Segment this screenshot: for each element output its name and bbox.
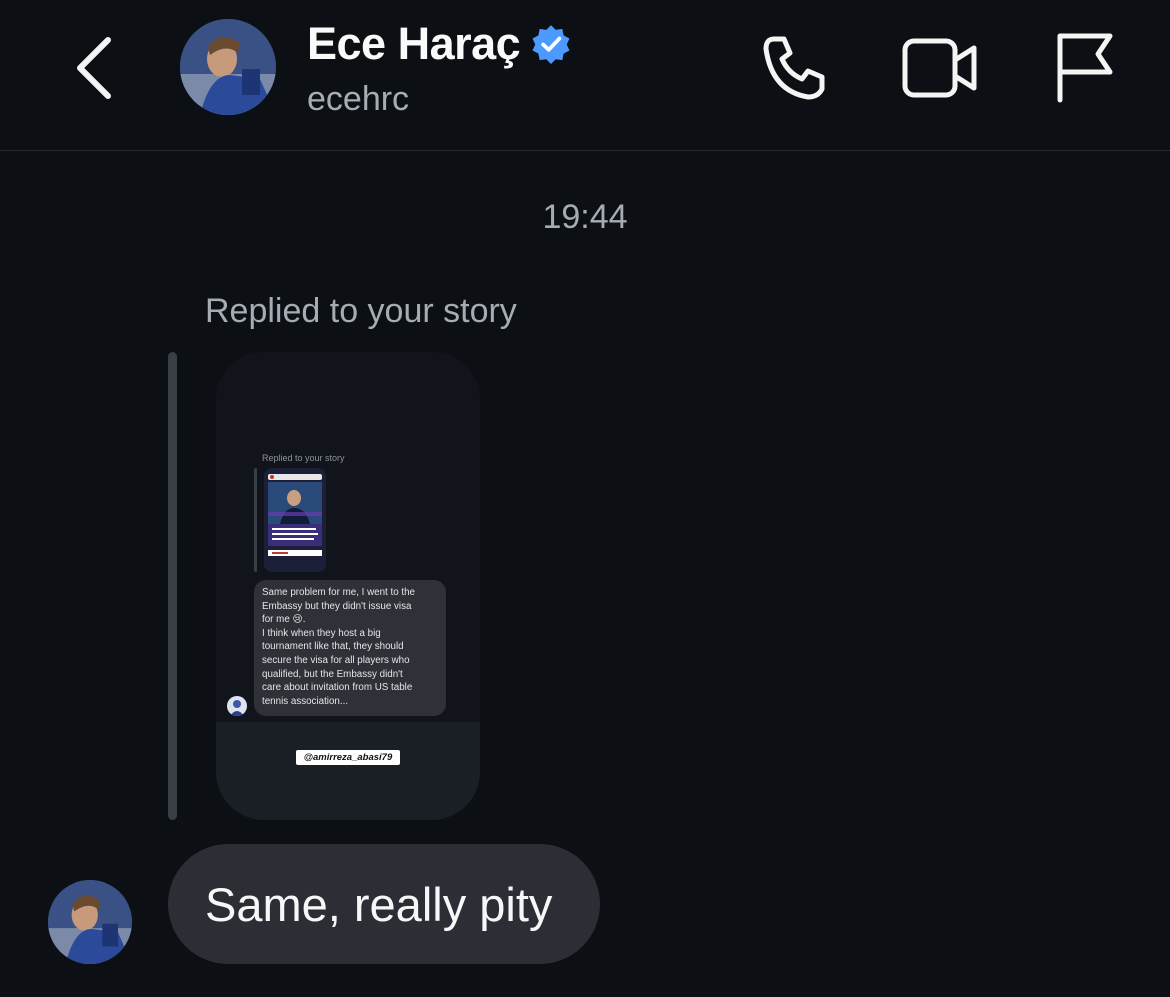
name-row[interactable]: Ece Haraç bbox=[307, 18, 572, 70]
story-inner-quote-bar bbox=[254, 468, 257, 572]
story-inner-line: tennis association... bbox=[262, 695, 349, 707]
video-camera-icon bbox=[902, 38, 977, 98]
story-reply-label: Replied to your story bbox=[205, 292, 517, 330]
audio-call-button[interactable] bbox=[758, 33, 832, 103]
chevron-left-icon bbox=[77, 37, 111, 99]
username[interactable]: ecehrc bbox=[307, 80, 409, 119]
message-text: Same, really pity bbox=[205, 877, 553, 931]
avatar-photo bbox=[48, 880, 132, 964]
story-inner-message: Same problem for me, I went to the Embas… bbox=[254, 580, 446, 716]
story-inner-line: I think when they host a big bbox=[262, 627, 381, 639]
story-inner-line: Same problem for me, I went to the bbox=[262, 587, 416, 598]
story-inner-line: tournament like that, they should bbox=[262, 641, 404, 653]
sender-avatar[interactable] bbox=[48, 880, 132, 964]
display-name[interactable]: Ece Haraç bbox=[307, 18, 521, 70]
story-inner-line: care about invitation from US table bbox=[262, 682, 413, 694]
story-inner-line: qualified, but the Embassy didn't bbox=[262, 668, 403, 680]
profile-avatar[interactable] bbox=[180, 19, 276, 115]
story-preview[interactable]: Replied to your story Same problem for m… bbox=[216, 352, 480, 820]
message-timestamp: 19:44 bbox=[542, 198, 628, 236]
back-button[interactable] bbox=[60, 28, 130, 108]
flag-icon bbox=[1057, 33, 1113, 103]
story-inner-avatar bbox=[227, 696, 247, 716]
message-bubble[interactable]: Same, really pity bbox=[168, 844, 600, 964]
phone-icon bbox=[763, 36, 825, 100]
reply-quote-bar bbox=[168, 352, 177, 820]
story-inner-thumbnail bbox=[264, 468, 326, 572]
story-inner-line: for me 😢. bbox=[262, 614, 306, 626]
verified-badge-icon bbox=[532, 25, 570, 64]
report-button[interactable] bbox=[1050, 30, 1118, 104]
story-inner-line: secure the visa for all players who bbox=[262, 654, 410, 666]
mention-sticker: @amirreza_abasi79 bbox=[296, 750, 400, 765]
chat-header: Ece Haraç ecehrc bbox=[0, 0, 1170, 151]
story-inner-reply-label: Replied to your story bbox=[262, 453, 345, 463]
avatar-photo bbox=[180, 19, 276, 115]
video-call-button[interactable] bbox=[900, 36, 980, 100]
story-inner-line: Embassy but they didn't issue visa bbox=[262, 600, 412, 612]
